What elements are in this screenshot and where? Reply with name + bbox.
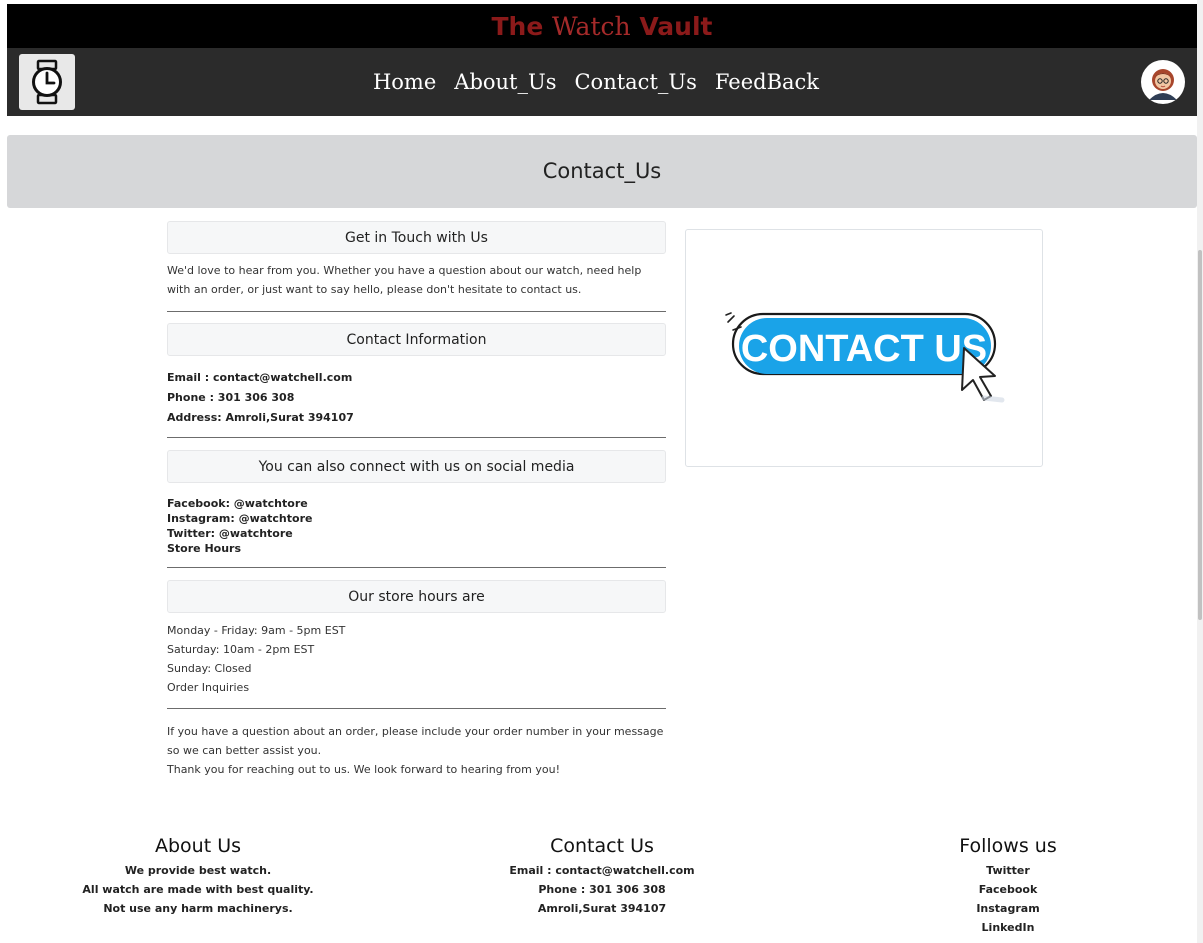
- divider: [167, 708, 666, 709]
- section-heading-contact: Contact Information: [167, 323, 666, 356]
- footer-contact-email: Email : contact@watchell.com: [509, 864, 695, 877]
- footer-link-facebook[interactable]: Facebook: [948, 880, 1068, 899]
- nav-feedback[interactable]: FeedBack: [715, 70, 819, 94]
- hours-sunday: Sunday: Closed: [167, 662, 252, 675]
- nav-home[interactable]: Home: [373, 70, 436, 94]
- contact-content: Get in Touch with Us We'd love to hear f…: [167, 221, 666, 779]
- footer-follow-title: Follows us: [959, 835, 1057, 857]
- nav-contact-us[interactable]: Contact_Us: [574, 70, 696, 94]
- page-heading-band: Contact_Us: [7, 135, 1197, 208]
- footer-link-linkedin[interactable]: LinkedIn: [948, 918, 1068, 937]
- social-facebook: Facebook: @watchtore: [167, 497, 308, 510]
- divider: [167, 437, 666, 438]
- footer-link-instagram[interactable]: Instagram: [948, 899, 1068, 918]
- nav-about-us[interactable]: About_Us: [454, 70, 556, 94]
- social-instagram: Instagram: @watchtore: [167, 512, 313, 525]
- contact-address: Address: Amroli,Surat 394107: [167, 411, 354, 424]
- hours-saturday: Saturday: 10am - 2pm EST: [167, 643, 315, 656]
- footer-link-twitter[interactable]: Twitter: [948, 861, 1068, 880]
- contact-email: Email : contact@watchell.com: [167, 371, 353, 384]
- touch-text: We'd love to hear from you. Whether you …: [167, 264, 642, 296]
- contact-us-image-card: CONTACT US: [685, 229, 1043, 467]
- section-heading-hours: Our store hours are: [167, 580, 666, 613]
- section-heading-touch: Get in Touch with Us: [167, 221, 666, 254]
- site-title: The Watch Vault: [491, 12, 713, 41]
- footer-follow: Follows us Twitter Facebook Instagram Li…: [948, 834, 1068, 937]
- site-banner: The Watch Vault: [7, 4, 1197, 48]
- store-hours-label: Store Hours: [167, 542, 242, 555]
- svg-text:CONTACT US: CONTACT US: [741, 328, 987, 370]
- order-inquiries-label: Order Inquiries: [167, 681, 250, 694]
- divider: [167, 567, 666, 568]
- scrollbar-thumb[interactable]: [1198, 250, 1202, 620]
- closing-thanks-text: Thank you for reaching out to us. We loo…: [167, 763, 560, 776]
- footer-about-title: About Us: [154, 835, 242, 857]
- section-heading-social: You can also connect with us on social m…: [167, 450, 666, 483]
- footer-about-line: We provide best watch.: [124, 864, 272, 877]
- footer-about-line: Not use any harm machinerys.: [103, 902, 293, 915]
- scrollbar[interactable]: [1197, 0, 1203, 943]
- page-title: Contact_Us: [542, 159, 662, 183]
- navbar: Home About_Us Contact_Us FeedBack: [7, 48, 1197, 116]
- nav-menu: Home About_Us Contact_Us FeedBack: [7, 48, 1197, 116]
- divider: [167, 311, 666, 312]
- footer-about: About Us We provide best watch. All watc…: [80, 834, 316, 918]
- footer-contact-address: Amroli,Surat 394107: [537, 902, 667, 915]
- footer-contact: Contact Us Email : contact@watchell.com …: [502, 834, 702, 918]
- contact-phone: Phone : 301 306 308: [167, 391, 295, 404]
- footer-contact-phone: Phone : 301 306 308: [538, 883, 666, 896]
- footer-about-line: All watch are made with best quality.: [82, 883, 314, 896]
- closing-order-text: If you have a question about an order, p…: [167, 725, 664, 757]
- user-avatar[interactable]: [1141, 60, 1185, 104]
- hours-weekday: Monday - Friday: 9am - 5pm EST: [167, 624, 346, 637]
- footer-contact-title: Contact Us: [550, 835, 654, 857]
- contact-us-image: CONTACT US: [725, 312, 1005, 403]
- social-twitter: Twitter: @watchtore: [167, 527, 293, 540]
